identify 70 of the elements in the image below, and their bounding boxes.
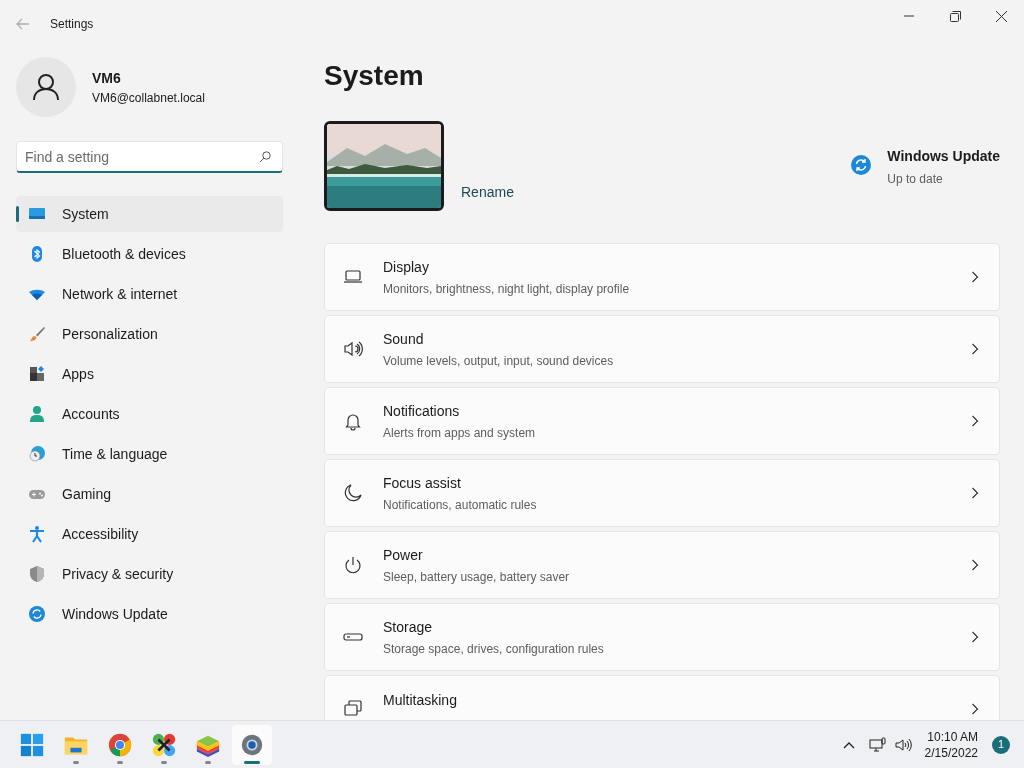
- chevron-right-icon: [971, 703, 979, 715]
- clock-globe-icon: [28, 445, 46, 463]
- settings-card[interactable]: Sound Volume levels, output, input, sound devices: [324, 315, 1000, 383]
- windows-stack-icon: [343, 699, 363, 719]
- setting-description: Sleep, battery usage, battery saver: [383, 568, 570, 586]
- chevron-right-icon: [971, 559, 979, 571]
- start-icon: [19, 731, 45, 758]
- settings-card[interactable]: Notifications Alerts from apps and system: [324, 387, 1000, 455]
- chevron-right-icon: [971, 415, 979, 427]
- setting-title: Storage: [383, 617, 434, 637]
- sidebar-item[interactable]: Personalization: [16, 316, 283, 352]
- window-title: Settings: [50, 16, 94, 33]
- sidebar-item[interactable]: Network & internet: [16, 276, 283, 312]
- setting-title: Sound: [383, 329, 425, 349]
- browser-icon: [107, 731, 133, 758]
- close-icon: [995, 10, 1007, 22]
- settings-card[interactable]: Multitasking: [324, 675, 1000, 720]
- volume-icon[interactable]: [894, 737, 913, 752]
- power-icon: [343, 555, 363, 575]
- update-status: Up to date: [887, 171, 944, 188]
- setting-description: Notifications, automatic rules: [383, 496, 537, 514]
- bell-icon: [343, 411, 363, 431]
- chevron-right-icon: [971, 631, 979, 643]
- settings-card[interactable]: Focus assist Notifications, automatic rules: [324, 459, 1000, 527]
- chevron-up-icon[interactable]: [842, 740, 855, 749]
- chevron-right-icon: [971, 487, 979, 499]
- setting-title: Display: [383, 257, 430, 277]
- settings-card[interactable]: Power Sleep, battery usage, battery saver: [324, 531, 1000, 599]
- network-icon[interactable]: [868, 736, 887, 753]
- sidebar-item[interactable]: Accounts: [16, 396, 283, 432]
- chevron-right-icon: [971, 271, 979, 283]
- shield-icon: [28, 565, 46, 583]
- settings-card[interactable]: Display Monitors, brightness, night light, display profile: [324, 243, 1000, 311]
- sidebar-item[interactable]: Accessibility: [16, 516, 283, 552]
- moon-icon: [343, 483, 363, 503]
- setting-title: Notifications: [383, 401, 461, 421]
- restore-icon: [949, 10, 961, 22]
- clock-time[interactable]: 10:10 AM: [924, 728, 978, 745]
- setting-description: Storage space, drives, configuration rules: [383, 640, 604, 658]
- search-field[interactable]: Find a setting: [16, 141, 283, 173]
- paintbrush-icon: [28, 325, 46, 343]
- update-title: Windows Update: [887, 147, 1000, 166]
- sidebar-item[interactable]: Windows Update: [16, 596, 283, 632]
- setting-description: Monitors, brightness, night light, display profile: [383, 280, 630, 298]
- search-icon[interactable]: [259, 151, 271, 163]
- accessibility-icon: [28, 525, 46, 543]
- speaker-icon: [343, 339, 363, 359]
- sidebar-item[interactable]: Bluetooth & devices: [16, 236, 283, 272]
- account-name: VM6: [92, 68, 122, 88]
- setting-title: Power: [383, 545, 424, 565]
- notification-badge[interactable]: 1: [992, 735, 1010, 754]
- sidebar-item[interactable]: Apps: [16, 356, 283, 392]
- rename-link[interactable]: Rename: [461, 182, 514, 203]
- sidebar-item[interactable]: System: [16, 196, 283, 232]
- setting-title: Multitasking: [383, 690, 457, 710]
- setting-description: Alerts from apps and system: [383, 424, 536, 442]
- account-email: VM6@collabnet.local: [92, 89, 205, 107]
- sidebar-item[interactable]: Gaming: [16, 476, 283, 512]
- setting-title: Focus assist: [383, 473, 462, 493]
- sidebar-item[interactable]: Time & language: [16, 436, 283, 472]
- sidebar-item[interactable]: Privacy & security: [16, 556, 283, 592]
- apps-icon: [28, 365, 46, 383]
- setting-description: Volume levels, output, input, sound devices: [383, 352, 614, 370]
- sync-icon: [28, 605, 46, 623]
- clock-date[interactable]: 2/15/2022: [924, 744, 978, 761]
- settings-card[interactable]: Storage Storage space, drives, configuration rules: [324, 603, 1000, 671]
- person-icon: [28, 405, 46, 423]
- sync-icon: [851, 155, 872, 175]
- page-title: System: [324, 59, 425, 93]
- chevron-right-icon: [971, 343, 979, 355]
